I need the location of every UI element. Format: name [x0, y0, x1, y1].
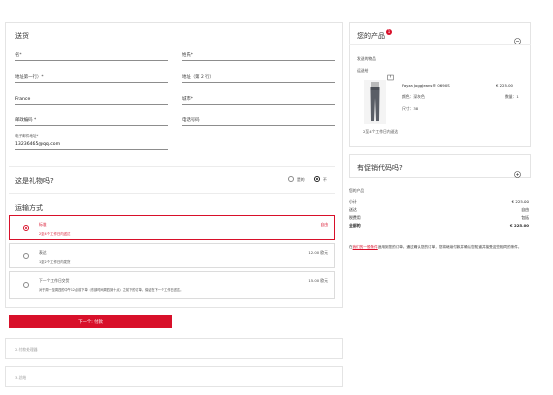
product-size-value: 38: [413, 106, 419, 111]
delivery-standard-note: 2至4个工作日内送达: [39, 232, 71, 236]
summary-label: 您的产品: [349, 188, 365, 193]
city-label: 城市*: [182, 97, 193, 102]
promo-code-card[interactable]: 有促销代码吗?: [349, 154, 531, 178]
email-field[interactable]: 电子邮件地址* 13236465@qq.com: [15, 134, 168, 150]
phone-field[interactable]: 电话号码: [182, 116, 335, 126]
summary-tax-value: 包括: [521, 215, 529, 220]
gift-no-dot: [316, 178, 318, 180]
gift-question: 这是礼物吗?: [15, 177, 54, 185]
cart-ship-label: 运送给: [357, 68, 369, 73]
cart-divider: [349, 44, 531, 45]
delivery-next-day-price: 15.00 欧元: [308, 278, 328, 283]
delivery-option-next-day[interactable]: 下一个工作日交货 对于周一至周四的中午12点前下单（东部时间周四到十点）之前下的…: [9, 271, 335, 299]
postcode-field[interactable]: 邮政编码 *: [15, 116, 168, 126]
step-summary[interactable]: 3.总结: [5, 366, 343, 387]
email-label: 电子邮件地址*: [15, 134, 39, 138]
next-payment-button[interactable]: 下一个: 付款: [9, 315, 172, 328]
city-field[interactable]: 城市*: [182, 95, 335, 105]
collapse-cart-icon[interactable]: [514, 30, 521, 45]
postcode-label: 邮政编码 *: [15, 118, 37, 123]
summary-subtotal-label: 小计: [349, 199, 357, 204]
address-line2-label: 地址（第 2 行）: [182, 75, 214, 80]
delivery-express-note: 1至2个工作日内发货: [39, 260, 71, 264]
product-size-label: 尺寸：: [402, 106, 414, 111]
product-qty-label: 数量：: [505, 94, 517, 99]
delivery-next-day-note: 对于周一至周四的中午12点前下单（东部时间周四到十点）之前下的订单，保证在下一个…: [39, 288, 184, 292]
summary-delivery-label: 送达: [349, 207, 357, 212]
product-color: 颜色：深灰色: [402, 94, 425, 100]
product-qty-value: 1: [516, 94, 519, 99]
country-value: France: [15, 97, 31, 102]
summary-delivery-value: 自由: [521, 207, 529, 212]
gift-yes-label: 是的: [297, 177, 305, 182]
step-payment-label: 2.付款处理器: [15, 347, 38, 352]
delivery-option-express[interactable]: 表达 1至2个工作日内发货 12.00 欧元: [9, 243, 335, 268]
section-divider: [9, 193, 335, 194]
product-color-label: 颜色：: [402, 94, 414, 99]
cart-title: 您的产品: [357, 32, 385, 40]
delivery-standard-name: 标准: [39, 222, 47, 227]
delivery-express-name: 表达: [39, 250, 47, 255]
last-name-label: 姓氏*: [182, 53, 193, 58]
product-color-value: 深灰色: [413, 94, 425, 99]
terms-suffix: 适用到您的订单。通过确认您的订单，您将继续付款并确认您知道并接受这些相同的条件。: [377, 245, 522, 249]
first-name-field[interactable]: 名*: [15, 51, 168, 61]
terms-link[interactable]: 我们的一般条件: [353, 245, 378, 249]
summary-total-value: € 225.00: [509, 223, 529, 228]
step-summary-label: 3.总结: [15, 375, 27, 380]
email-value: 13236465@qq.com: [15, 142, 61, 147]
terms-text: 在我们的一般条件适用到您的订单。通过确认您的订单，您将继续付款并确认您知道并接受…: [349, 245, 531, 250]
box-icon: [387, 66, 394, 81]
shipping-title: 送货: [15, 32, 29, 40]
address-line1-label: 地址第一行）*: [15, 75, 44, 80]
summary-total-label: 全部的: [349, 223, 361, 228]
delivery-title: 运输方式: [15, 204, 43, 212]
summary-tax-label: 税费用: [349, 215, 361, 220]
country-select[interactable]: France: [15, 95, 168, 105]
grey-jeans-icon: [364, 80, 386, 124]
address-line1-field[interactable]: 地址第一行）*: [15, 73, 168, 83]
cart-count-badge: 1: [386, 29, 392, 35]
delivery-next-day-name: 下一个工作日交货: [39, 278, 70, 283]
address-line2-field[interactable]: 地址（第 2 行）: [182, 73, 335, 83]
gift-yes-radio[interactable]: [288, 176, 294, 182]
phone-label: 电话号码: [182, 118, 200, 123]
cart-section-label: 发送的物品: [357, 56, 376, 61]
last-name-field[interactable]: 姓氏*: [182, 51, 335, 61]
delivery-standard-price: 自由: [320, 222, 328, 227]
promo-title: 有促销代码吗?: [357, 164, 403, 172]
product-price: € 225.00: [496, 83, 513, 88]
delivery-express-price: 12.00 欧元: [308, 250, 328, 255]
cart-count-value: 1: [387, 29, 391, 34]
summary-subtotal-value: € 225.00: [511, 199, 529, 204]
step-payment-processor[interactable]: 2.付款处理器: [5, 338, 343, 359]
gift-no-label: 不: [323, 177, 327, 182]
section-divider: [9, 166, 335, 167]
product-size: 尺寸：38: [402, 106, 418, 112]
delivery-standard-radio[interactable]: [23, 225, 29, 231]
cart-delivery-note: 2至4个工作日内送达: [363, 129, 399, 134]
delivery-option-standard[interactable]: 标准 2至4个工作日内送达 自由: [9, 215, 335, 240]
plus-circle-icon[interactable]: [514, 163, 521, 178]
product-name[interactable]: Fayza JoggJeans® 069XS: [402, 83, 450, 88]
first-name-label: 名*: [15, 53, 22, 58]
delivery-express-radio[interactable]: [23, 253, 29, 259]
product-qty: 数量：1: [505, 94, 519, 100]
gift-no-radio[interactable]: [314, 176, 320, 182]
delivery-next-day-radio[interactable]: [23, 282, 29, 288]
next-payment-label: 下一个: 付款: [78, 320, 103, 325]
